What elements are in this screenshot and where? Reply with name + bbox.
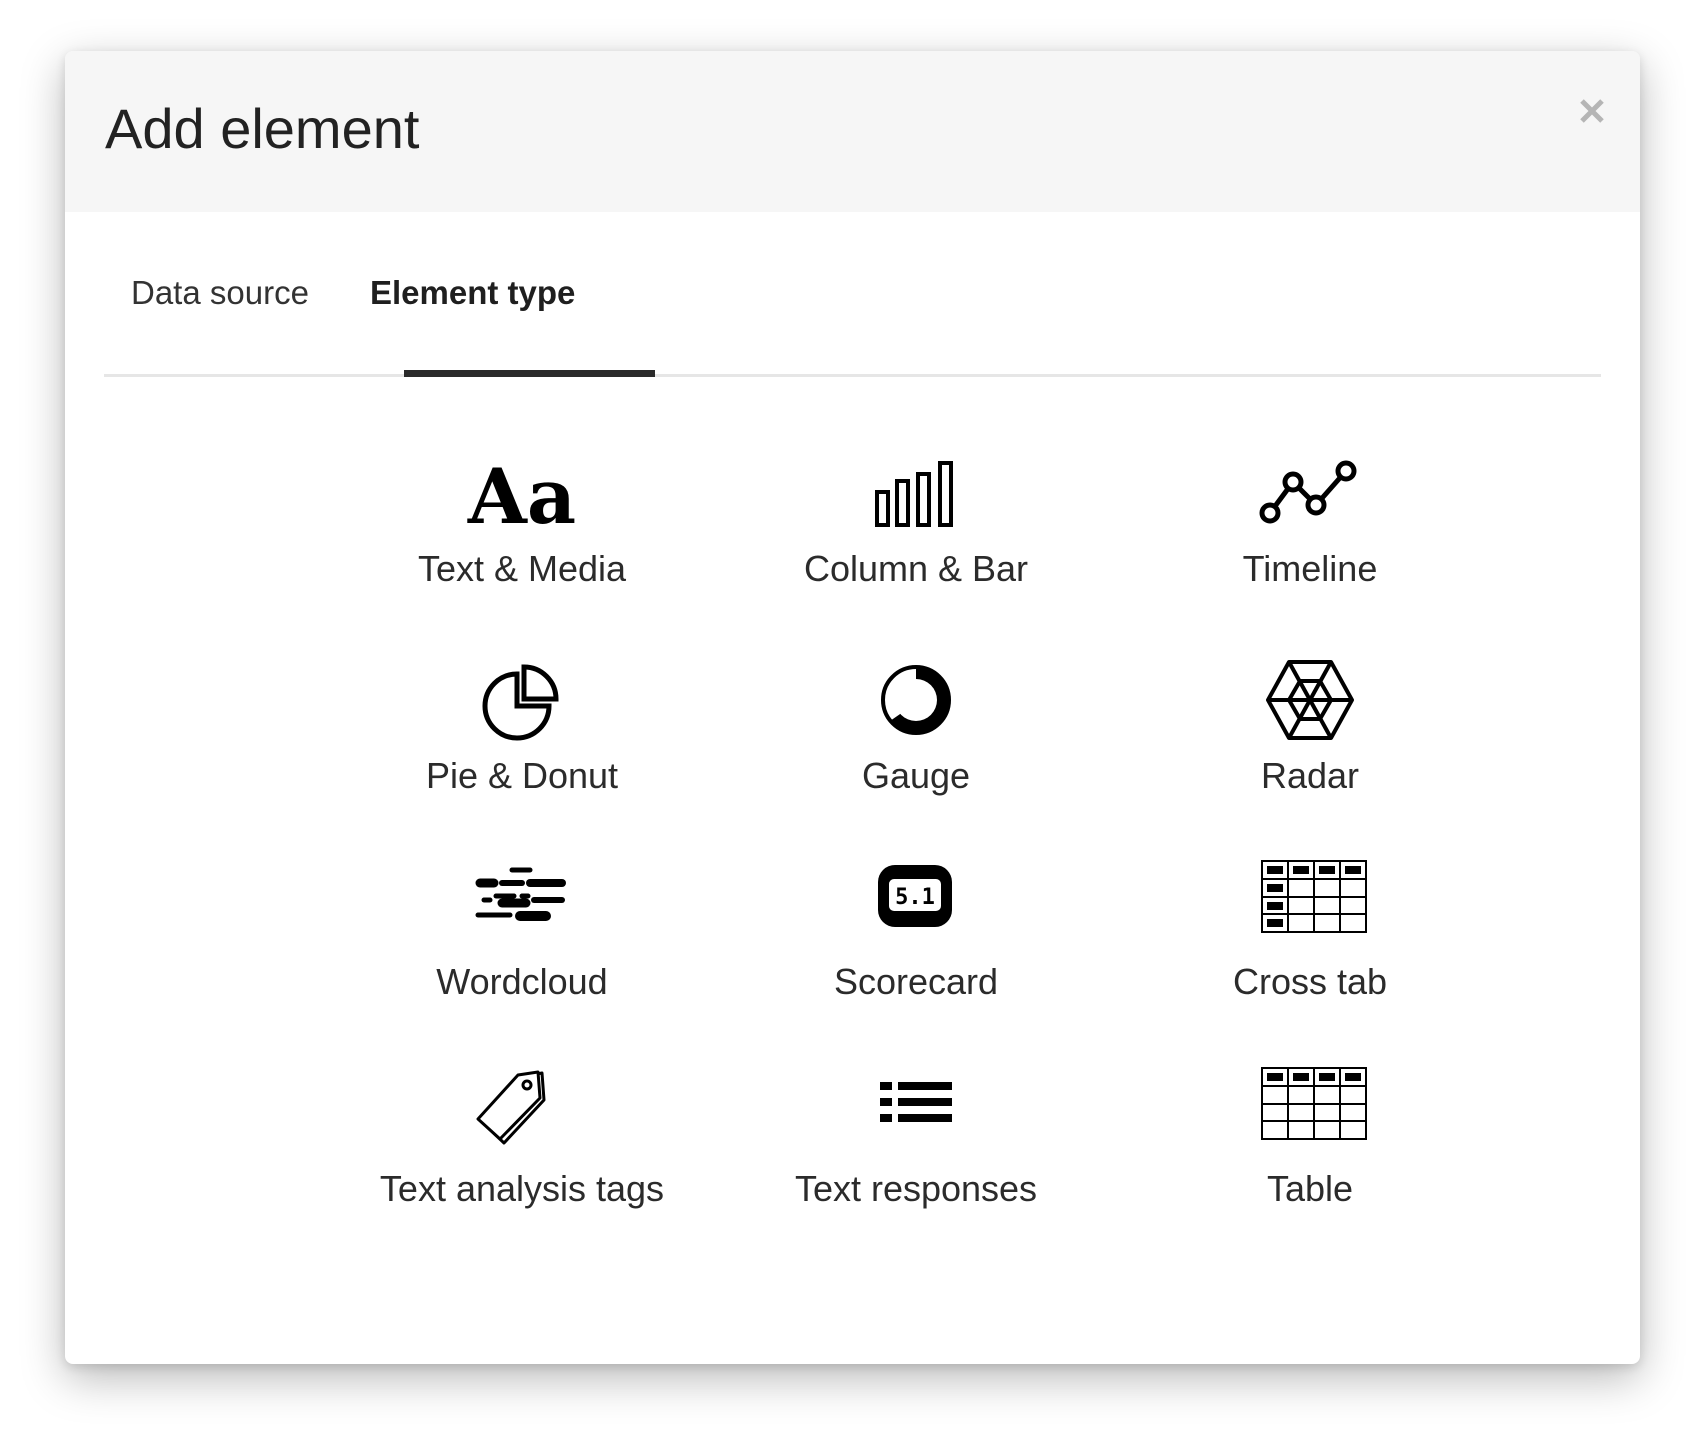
element-type-label: Table [1266,1168,1354,1209]
element-type-text-responses[interactable]: Text responses [719,1065,1113,1255]
element-type-timeline[interactable]: Timeline [1113,445,1507,635]
element-type-grid: Aa Text & Media Column & Bar Timeline Pi… [65,51,1640,1364]
element-type-label: Column & Bar [803,548,1029,589]
text-media-icon: Aa [462,445,582,545]
table-icon [1250,1065,1370,1165]
element-type-cross-tab[interactable]: Cross tab [1113,858,1507,1048]
element-type-text-media[interactable]: Aa Text & Media [325,445,719,635]
element-type-scorecard[interactable]: 5.1 Scorecard [719,858,1113,1048]
radar-icon [1250,652,1370,752]
wordcloud-icon [462,858,582,958]
element-type-label: Gauge [861,755,971,796]
element-type-label: Text analysis tags [379,1168,665,1209]
add-element-dialog: Add element Data source Element type Aa … [65,51,1640,1364]
element-type-gauge[interactable]: Gauge [719,652,1113,842]
element-type-text-analysis-tags[interactable]: Text analysis tags [325,1065,719,1255]
list-icon [856,1065,976,1165]
scorecard-icon: 5.1 [856,858,976,958]
element-type-label: Timeline [1242,548,1378,589]
tag-icon [462,1065,582,1165]
element-type-table[interactable]: Table [1113,1065,1507,1255]
svg-text:5.1: 5.1 [895,885,935,910]
pie-donut-icon [462,652,582,752]
element-type-label: Pie & Donut [425,755,619,796]
element-type-radar[interactable]: Radar [1113,652,1507,842]
svg-text:Aa: Aa [467,452,576,541]
timeline-icon [1250,445,1370,545]
element-type-label: Scorecard [833,961,999,1002]
cross-tab-icon [1250,858,1370,958]
element-type-pie-donut[interactable]: Pie & Donut [325,652,719,842]
gauge-icon [856,652,976,752]
element-type-label: Wordcloud [436,961,608,1002]
element-type-label: Text & Media [417,548,627,589]
element-type-wordcloud[interactable]: Wordcloud [325,858,719,1048]
element-type-label: Text responses [794,1168,1038,1209]
column-bar-icon [856,445,976,545]
element-type-label: Radar [1260,755,1360,796]
element-type-column-bar[interactable]: Column & Bar [719,445,1113,635]
element-type-label: Cross tab [1232,961,1388,1002]
